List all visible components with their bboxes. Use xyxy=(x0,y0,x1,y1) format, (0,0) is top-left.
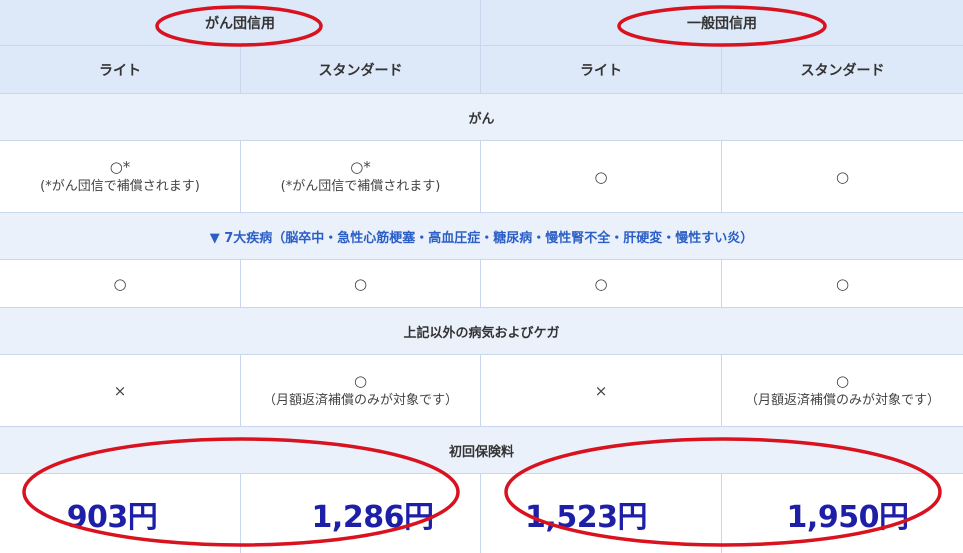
group-header-general-label: 一般団信用 xyxy=(687,15,757,32)
price-general-standard: 1,950円 xyxy=(786,499,909,535)
coverage-symbol: ○ xyxy=(353,274,368,293)
coverage-symbol: ○* xyxy=(350,157,371,176)
coverage-note: （月額返済補償のみが対象です） xyxy=(262,392,458,408)
coverage-symbol: ○ xyxy=(113,274,127,293)
coverage-symbol: ○ xyxy=(835,167,850,186)
price-gan-lite: 903円 xyxy=(66,499,158,535)
plan-header-row: ライト スタンダード ライト スタンダード xyxy=(0,46,963,94)
coverage-cell: ○ （月額返済補償のみが対象です） xyxy=(722,355,963,426)
premium-price-row: 903円 1,286円 1,523円 1,950円 xyxy=(0,474,963,553)
section-title-row-cancer: がん xyxy=(0,94,963,141)
group-header-gan: がん団信用 xyxy=(0,0,481,45)
plan-header-gan-standard: スタンダード xyxy=(241,46,481,93)
coverage-symbol: ○ xyxy=(353,371,368,390)
coverage-symbol: ○ xyxy=(594,167,608,186)
premium-cell-general-standard: 1,950円 xyxy=(722,474,963,553)
coverage-symbol: ○ xyxy=(835,371,850,390)
coverage-cell: ○ （月額返済補償のみが対象です） xyxy=(241,355,481,426)
section-title-row-7-diseases[interactable]: ▼ 7大疾病（脳卒中・急性心筋梗塞・高血圧症・糖尿病・慢性腎不全・肝硬変・慢性す… xyxy=(0,213,963,260)
premium-cell-gan-lite: 903円 xyxy=(0,474,241,553)
coverage-row-7-diseases: ○ ○ ○ ○ xyxy=(0,260,963,308)
plan-header-general-lite: ライト xyxy=(481,46,722,93)
plan-header-general-standard: スタンダード xyxy=(722,46,963,93)
coverage-cell: ○ xyxy=(241,260,481,307)
coverage-cell: × xyxy=(481,355,722,426)
section-title-other: 上記以外の病気およびケガ xyxy=(403,325,560,341)
plan-header-label: ライト xyxy=(580,62,622,79)
coverage-row-other: × ○ （月額返済補償のみが対象です） × ○ （月額返済補償のみが対象です） xyxy=(0,355,963,427)
coverage-cell: ○ xyxy=(481,260,722,307)
premium-cell-general-lite: 1,523円 xyxy=(481,474,722,553)
price-gan-standard: 1,286円 xyxy=(311,499,434,535)
section-title-row-other: 上記以外の病気およびケガ xyxy=(0,308,963,355)
premium-cell-gan-standard: 1,286円 xyxy=(241,474,481,553)
coverage-note: (*がん団信で補償されます) xyxy=(280,178,441,194)
premium-title-row: 初回保険料 xyxy=(0,427,963,474)
premium-title: 初回保険料 xyxy=(448,444,514,460)
coverage-cell: ○ xyxy=(722,260,963,307)
coverage-symbol: × xyxy=(113,381,127,400)
coverage-note: (*がん団信で補償されます) xyxy=(40,178,200,194)
section-toggle-7-diseases[interactable]: ▼ 7大疾病（脳卒中・急性心筋梗塞・高血圧症・糖尿病・慢性腎不全・肝硬変・慢性す… xyxy=(210,227,754,246)
coverage-symbol: ○ xyxy=(835,274,850,293)
price-general-lite: 1,523円 xyxy=(525,499,647,535)
group-header-row: がん団信用 一般団信用 xyxy=(0,0,963,46)
coverage-cell: ○ xyxy=(0,260,241,307)
plan-header-label: スタンダード xyxy=(800,62,885,79)
coverage-symbol: ○ xyxy=(594,274,608,293)
coverage-cell: ○ xyxy=(722,141,963,212)
coverage-symbol: ○* xyxy=(109,157,131,176)
section-title-cancer: がん xyxy=(468,111,495,127)
coverage-cell: ○* (*がん団信で補償されます) xyxy=(0,141,241,212)
coverage-cell: ○ xyxy=(481,141,722,212)
coverage-note: （月額返済補償のみが対象です） xyxy=(744,392,940,408)
coverage-row-cancer: ○* (*がん団信で補償されます) ○* (*がん団信で補償されます) ○ ○ xyxy=(0,141,963,213)
group-header-gan-label: がん団信用 xyxy=(205,15,275,32)
coverage-cell: × xyxy=(0,355,241,426)
plan-header-label: スタンダード xyxy=(318,62,403,79)
coverage-cell: ○* (*がん団信で補償されます) xyxy=(241,141,481,212)
group-header-general: 一般団信用 xyxy=(481,0,963,45)
coverage-symbol: × xyxy=(594,381,608,400)
plan-header-gan-lite: ライト xyxy=(0,46,241,93)
plan-header-label: ライト xyxy=(99,62,141,79)
